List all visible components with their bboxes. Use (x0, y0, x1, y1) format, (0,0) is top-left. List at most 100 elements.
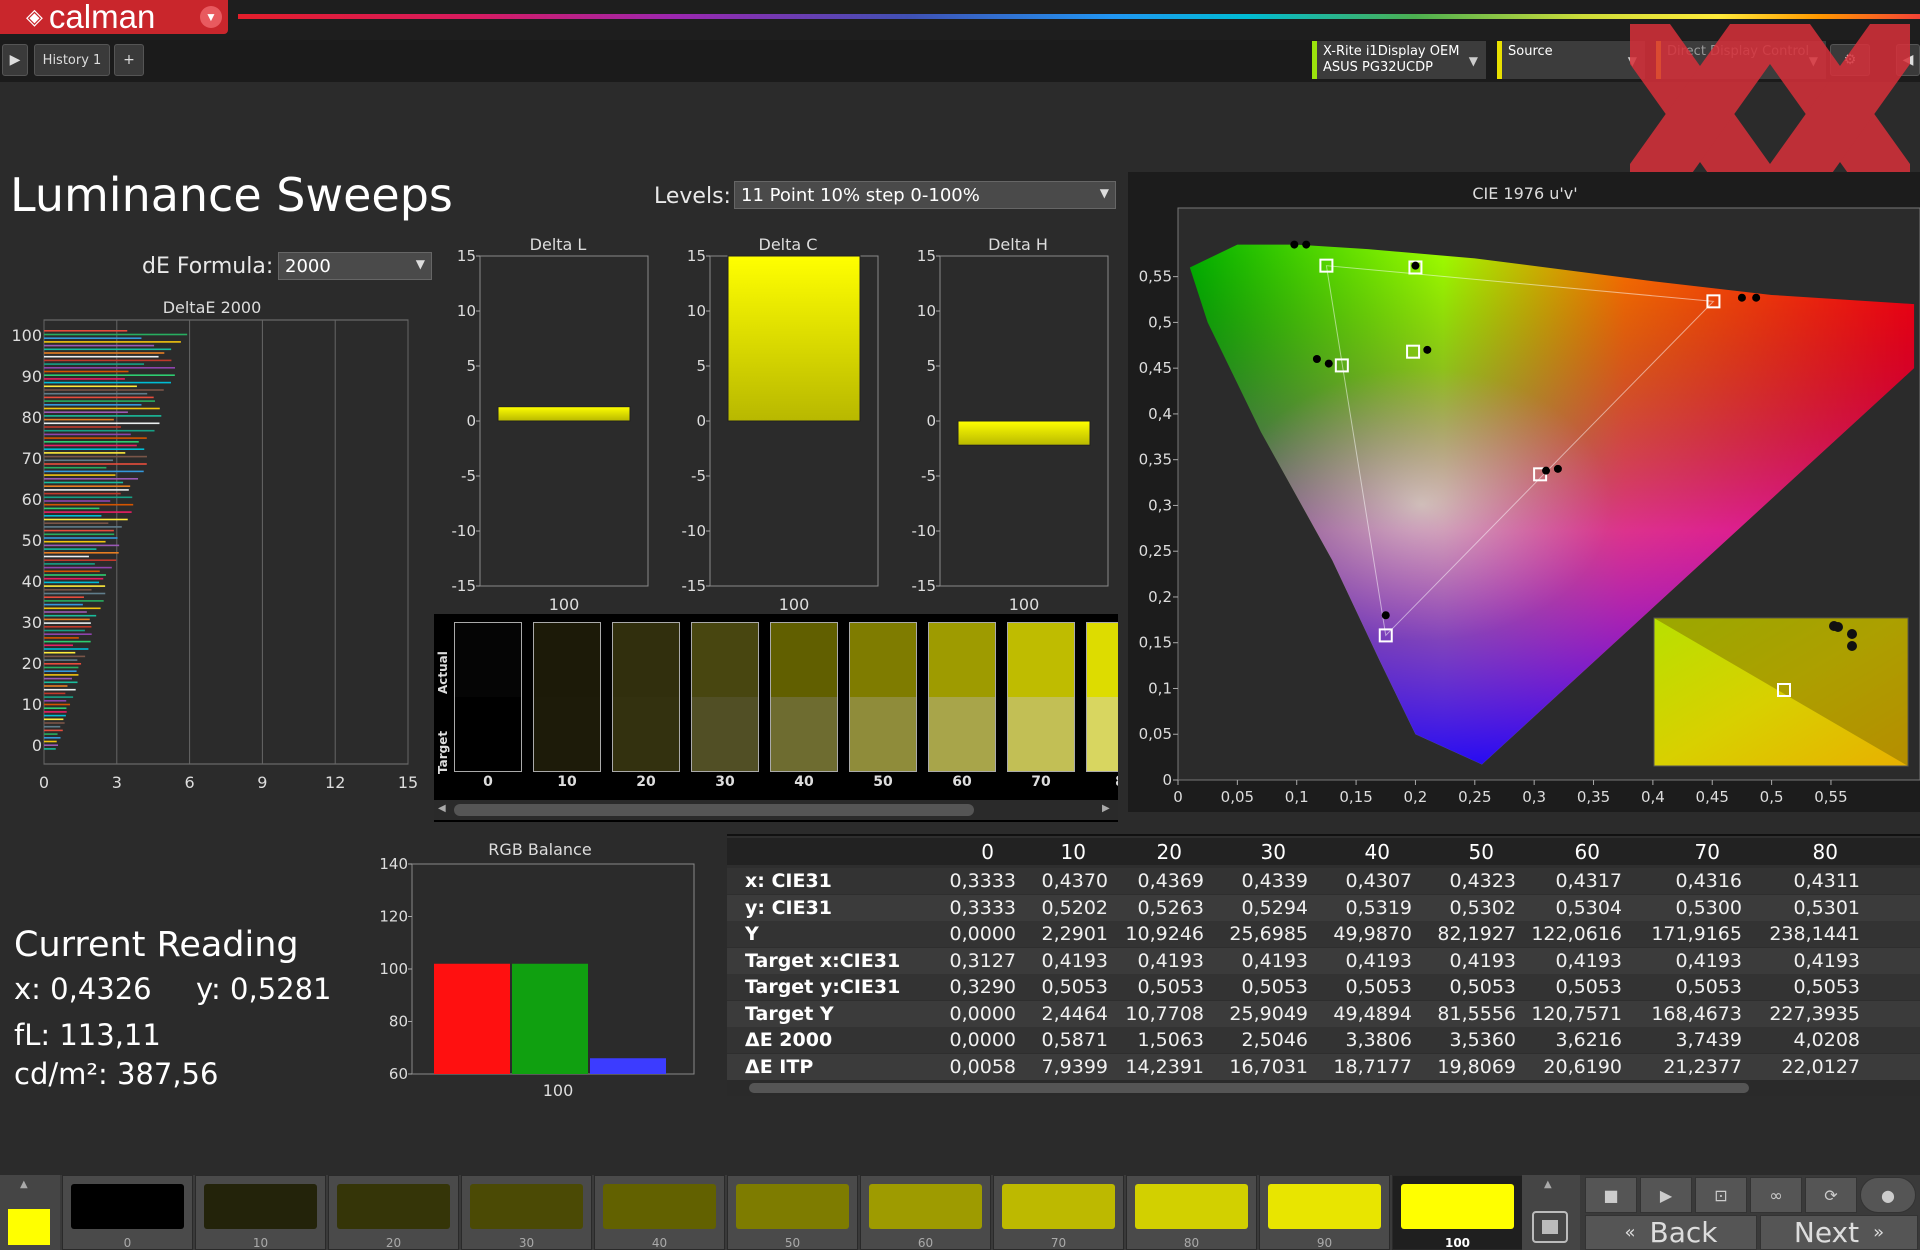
loop-icon: ∞ (1769, 1185, 1783, 1205)
table-cell: 10,9246 (1125, 923, 1204, 945)
swatch-label: 60 (952, 774, 972, 790)
table-cell: 20,6190 (1543, 1055, 1622, 1078)
meter-selector[interactable]: X-Rite i1Display OEM ASUS PG32UCDP ▼ (1312, 41, 1486, 79)
swatch-pair (849, 622, 917, 772)
footer-swatch-label: 0 (123, 1236, 132, 1250)
y-tick-label: 5 (696, 357, 706, 375)
target-swatch (692, 697, 758, 771)
app-menu-button[interactable]: ◈ calman ▼ (0, 0, 228, 35)
reading-x: x: 0,4326 (14, 972, 152, 1006)
deltae-bar (44, 740, 57, 743)
deltae-bar (44, 526, 122, 528)
x-tick-label: 0,1 (1285, 788, 1309, 806)
delta-bar (727, 255, 861, 422)
table-cell: 0,0000 (949, 923, 1016, 945)
footer-swatch[interactable]: 80 (1126, 1175, 1257, 1250)
deltae-bar (44, 677, 72, 680)
target-swatch (850, 697, 916, 771)
table-cell: 81,5556 (1437, 1002, 1516, 1025)
row-header: ΔE 2000 (745, 1029, 833, 1051)
footer-swatch-color (470, 1184, 583, 1229)
next-button[interactable]: Next » (1760, 1215, 1918, 1250)
y-tick-label: 5 (926, 357, 936, 375)
tab-history-1[interactable]: History 1 (34, 44, 110, 76)
reading-cdm2: cd/m²: 387,56 (14, 1057, 219, 1091)
delta-bar (957, 420, 1091, 446)
footer-current-swatch[interactable]: ▲ (0, 1175, 60, 1250)
deltae-bar (44, 466, 107, 469)
deltae-bar (44, 515, 102, 517)
source-selector[interactable]: Source ▼ (1497, 41, 1645, 79)
footer-stop-panel[interactable]: ▲ (1522, 1175, 1580, 1250)
rgb-balance-chart: 140 120 100 80 60 100 (379, 856, 695, 1096)
footer-swatch[interactable]: 60 (860, 1175, 991, 1250)
scrollbar-thumb[interactable] (454, 804, 974, 816)
add-tab-button[interactable]: + (114, 44, 144, 76)
horizontal-scrollbar[interactable]: ◀ ▶ (434, 800, 1118, 820)
step-button[interactable]: ⊡ (1695, 1177, 1747, 1213)
footer-swatch-label: 100 (1444, 1236, 1471, 1250)
de-formula-label: dE Formula: (142, 254, 274, 279)
footer-swatch[interactable]: 70 (993, 1175, 1124, 1250)
options-button[interactable]: ● (1860, 1177, 1916, 1213)
row-header: ΔE ITP (745, 1055, 814, 1078)
deltae-bar (44, 337, 142, 339)
y-tick-label: 20 (22, 654, 42, 673)
x-tick-label: 0 (1173, 788, 1183, 806)
actual-swatch (850, 623, 916, 697)
levels-dropdown[interactable]: 11 Point 10% step 0-100% ▼ (734, 181, 1116, 209)
footer-swatch-label: 20 (385, 1236, 402, 1250)
table-cell: 14,2391 (1125, 1055, 1204, 1078)
table-row: x: CIE31 0,3333 0,4370 0,4369 0,4339 0,4307 0,… (727, 868, 1920, 894)
delta-chart: 15 10 5 0 -5 -10 -15 100 (682, 248, 879, 614)
table-cell: 0,4311 (1793, 870, 1860, 892)
back-button[interactable]: « Back (1585, 1215, 1757, 1250)
deltae-bar (44, 344, 155, 347)
footer-swatch[interactable]: 30 (461, 1175, 592, 1250)
footer-swatch[interactable]: 50 (727, 1175, 858, 1250)
footer-swatch-label: 70 (1050, 1236, 1067, 1250)
deltae-bar (44, 533, 115, 536)
reading-fl: fL: 113,11 (14, 1018, 161, 1052)
back-label: Back (1649, 1216, 1718, 1249)
deltae-bar (44, 404, 142, 406)
column-header: 40 (1364, 840, 1390, 864)
y-tick-label: 15 (917, 248, 936, 265)
refresh-button[interactable]: ⟳ (1805, 1177, 1857, 1213)
chevron-down-icon: ▼ (1099, 186, 1109, 200)
column-header: 60 (1574, 840, 1600, 864)
footer-swatch-label: 10 (252, 1236, 269, 1250)
target-swatch (534, 697, 600, 771)
swatch-pair (533, 622, 601, 772)
play-button[interactable]: ▶ (1640, 1177, 1692, 1213)
loop-button[interactable]: ∞ (1750, 1177, 1802, 1213)
table-cell: 0,3127 (949, 949, 1016, 972)
table-cell: 0,5302 (1449, 896, 1516, 919)
footer-swatch[interactable]: 40 (594, 1175, 725, 1250)
footer-swatch[interactable]: 100 (1392, 1175, 1523, 1250)
deltae-bar (44, 696, 74, 698)
delta-bar (497, 406, 631, 422)
deltae-bar (44, 452, 126, 454)
scroll-right-icon[interactable]: ▶ (1102, 803, 1112, 817)
table-scrollbar[interactable] (727, 1080, 1920, 1096)
deltae-bar (44, 411, 128, 413)
y-tick-label: 15 (687, 248, 706, 265)
swatch-pair (1007, 622, 1075, 772)
scroll-left-icon[interactable]: ◀ (438, 803, 448, 817)
table-row: ΔE ITP 0,0058 7,9399 14,2391 16,7031 18,7177 1… (727, 1053, 1920, 1080)
table-cell: 0,5053 (1675, 976, 1742, 998)
deltae-bar (44, 637, 79, 639)
table-scrollbar-thumb[interactable] (749, 1083, 1749, 1093)
table-cell: 0,4317 (1555, 870, 1622, 892)
footer-swatch[interactable]: 0 (62, 1175, 193, 1250)
stop-button[interactable]: ■ (1585, 1177, 1637, 1213)
footer-swatch[interactable]: 90 (1259, 1175, 1390, 1250)
play-tab-button[interactable]: ▶ (2, 44, 28, 76)
footer-swatch[interactable]: 20 (328, 1175, 459, 1250)
current-color-swatch (8, 1209, 50, 1245)
footer-swatch[interactable]: 10 (195, 1175, 326, 1250)
de-formula-dropdown[interactable]: 2000 ▼ (278, 252, 432, 280)
actual-swatch (771, 623, 837, 697)
delta-chart: 15 10 5 0 -5 -10 -15 100 (452, 248, 649, 614)
